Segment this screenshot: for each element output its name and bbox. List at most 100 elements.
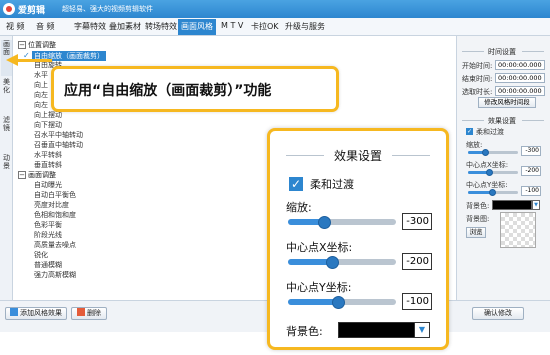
delete-icon [77,308,85,316]
zoomed-zoom-slider-handle[interactable] [318,216,331,229]
section-title-picture-adjust: 画面调整 [28,171,56,179]
tab-upgrade-service[interactable]: 升级与服务 [285,21,325,32]
list-item[interactable]: 水平 [34,70,48,80]
collapse-icon[interactable]: − [18,41,26,49]
callout-text: 应用“自由缩放（画面裁剪）”功能 [64,83,272,99]
list-item[interactable]: 召垂直中轴转动 [34,140,83,150]
divider [522,120,544,121]
zoomed-center-x-slider-track[interactable] [288,259,396,265]
background-color-swatch[interactable] [492,200,532,210]
zoomed-center-y-slider-handle[interactable] [332,296,345,309]
list-item[interactable]: 亮度对比度 [34,200,69,210]
list-item[interactable]: 自动白平衡色 [34,190,76,200]
zoomed-background-color-label: 背景色: [286,325,323,338]
duration-label: 选取时长: [462,88,493,96]
list-item[interactable]: 向左 [34,90,48,100]
list-item[interactable]: 强力高斯模糊 [34,270,76,280]
list-item[interactable]: 高质量去噪点 [34,240,76,250]
zoomed-center-x-value-field[interactable]: -200 [402,253,432,270]
delete-label: 删除 [87,309,101,317]
list-item[interactable]: 色相和饱和度 [34,210,76,220]
divider [392,155,430,156]
confirm-modify-button[interactable]: 确认修改 [472,307,524,320]
chevron-down-icon[interactable]: ▼ [532,200,540,210]
tab-audio[interactable]: 音 频 [36,21,55,32]
app-slogan: 超轻易、强大的视频剪辑软件 [62,5,153,13]
tab-subtitle-effects[interactable]: 字幕特效 [74,21,106,32]
background-color-label: 背景色: [466,202,490,210]
section-title-position: 位置调整 [28,41,56,49]
zoomed-smooth-transition-label: 柔和过渡 [310,178,354,191]
zoomed-center-x-slider-handle[interactable] [326,256,339,269]
left-tab-dynamic[interactable]: 动景 [1,154,12,190]
center-x-slider-handle[interactable] [486,169,493,176]
background-image-preview [500,212,536,248]
end-time-label: 结束时间: [462,75,493,83]
tab-karaoke[interactable]: 卡拉OK [251,21,279,32]
background-image-label: 背景图: [466,215,490,223]
list-item[interactable]: 向左 [34,100,48,110]
end-time-field[interactable]: 00:00:00.000 [495,73,545,83]
divider [462,51,484,52]
zoomed-zoom-slider-track[interactable] [288,219,396,225]
time-settings-title: 时间设置 [488,48,516,56]
zoomed-smooth-transition-checkbox[interactable]: ✓ [289,177,303,191]
title-bar: 爱剪辑 超轻易、强大的视频剪辑软件 [0,0,550,18]
left-category-tabs: 画面 美化 滤镜 动景 [0,36,13,336]
list-item[interactable]: 水平转斜 [34,150,62,160]
center-x-slider-track[interactable] [468,171,518,174]
app-window: 爱剪辑 超轻易、强大的视频剪辑软件 视 频 音 频 字幕特效 叠加素材 转场特效… [0,0,550,355]
divider [522,51,544,52]
zoomed-zoom-label: 缩放: [286,201,312,214]
zoom-slider-track[interactable] [468,151,518,154]
center-y-slider-handle[interactable] [489,189,496,196]
menu-bar: 视 频 音 频 字幕特效 叠加素材 转场特效 画面风格 M T V 卡拉OK 升… [0,18,550,36]
tab-video[interactable]: 视 频 [6,21,25,32]
chevron-down-icon[interactable]: ▼ [414,322,430,338]
zoomed-zoom-value-field[interactable]: -300 [402,213,432,230]
center-y-label: 中心点Y坐标: [466,181,508,189]
center-x-value-field[interactable]: -200 [521,166,541,176]
modify-time-button[interactable]: 修改风格时间段 [478,97,536,108]
delete-button[interactable]: 删除 [71,307,107,320]
zoomed-center-y-label: 中心点Y坐标: [286,281,352,294]
zoom-value-field[interactable]: -300 [521,146,541,156]
duration-field[interactable]: 00:00:00.000 [495,86,545,96]
divider [286,155,324,156]
tab-transition-effects[interactable]: 转场特效 [145,21,177,32]
left-tab-filter[interactable]: 滤镜 [1,116,12,152]
zoom-slider-handle[interactable] [482,149,489,156]
tab-overlay-materials[interactable]: 叠加素材 [109,21,141,32]
start-time-field[interactable]: 00:00:00.000 [495,60,545,70]
center-y-value-field[interactable]: -100 [521,186,541,196]
app-logo-icon [3,3,15,15]
start-time-label: 开始时间: [462,62,493,70]
zoom-label: 缩放: [466,141,483,149]
list-item[interactable]: 向下摆动 [34,120,62,130]
zoomed-center-x-label: 中心点X坐标: [286,241,353,254]
add-style-effect-button[interactable]: 添加风格效果 [5,307,67,320]
smooth-transition-checkbox[interactable]: ✓ [466,128,473,135]
zoomed-center-y-value-field[interactable]: -100 [402,293,432,310]
list-item[interactable]: 锐化 [34,250,48,260]
list-item[interactable]: 普通模糊 [34,260,62,270]
list-item[interactable]: 向上 [34,80,48,90]
list-item[interactable]: 自动曝光 [34,180,62,190]
annotation-callout: 应用“自由缩放（画面裁剪）”功能 [51,66,339,112]
browse-button[interactable]: 浏览 [466,227,486,238]
list-item[interactable]: 阶段光线 [34,230,62,240]
app-name: 爱剪辑 [18,6,46,16]
left-tab-beautify[interactable]: 美化 [1,78,12,114]
list-item[interactable]: 召水平中轴转动 [34,130,83,140]
add-style-effect-label: 添加风格效果 [20,309,62,317]
list-item[interactable]: 垂直转斜 [34,160,62,170]
list-item[interactable]: 色彩平衡 [34,220,62,230]
callout-pointer-stem [14,59,52,62]
smooth-transition-label: 柔和过渡 [476,128,504,136]
tab-mtv[interactable]: M T V [221,21,243,30]
zoomed-background-color-swatch[interactable] [338,322,416,338]
tab-picture-style[interactable]: 画面风格 [178,19,216,35]
collapse-icon[interactable]: − [18,171,26,179]
add-effect-icon [10,308,18,316]
zoomed-effect-settings: 效果设置 ✓ 柔和过渡 缩放: -300 中心点X坐标: -200 中心点Y坐标… [267,128,449,350]
